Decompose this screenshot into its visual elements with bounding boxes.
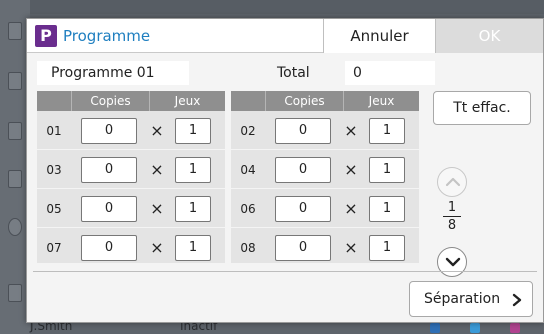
table-header: Copies Jeux [231, 91, 419, 111]
background-document-icon [8, 72, 22, 90]
row-number: 06 [240, 202, 256, 216]
page-up-button[interactable] [437, 167, 467, 197]
copies-input[interactable]: 0 [81, 157, 137, 183]
dialog-title: Programme [63, 27, 151, 45]
ok-button[interactable]: OK [435, 19, 543, 53]
copies-input[interactable]: 0 [275, 118, 331, 144]
sets-input[interactable]: 1 [369, 118, 405, 144]
separation-button[interactable]: Séparation [409, 281, 533, 317]
sets-input[interactable]: 1 [175, 196, 211, 222]
background-document-icon [8, 170, 22, 188]
multiply-sign: × [344, 238, 358, 257]
table-row: 08 0 × 1 [231, 229, 419, 267]
chevron-up-icon [445, 177, 461, 187]
page-current: 1 [447, 200, 457, 215]
header-sets: Jeux [149, 91, 225, 111]
sets-input[interactable]: 1 [175, 235, 211, 261]
copies-input[interactable]: 0 [275, 196, 331, 222]
copies-input[interactable]: 0 [81, 235, 137, 261]
copies-input[interactable]: 0 [275, 157, 331, 183]
clear-all-button[interactable]: Tt effac. [433, 91, 531, 125]
background-status-icon [470, 323, 480, 333]
program-dialog: P Programme Annuler OK Programme 01 Tota… [26, 18, 544, 323]
page-down-button[interactable] [437, 247, 467, 277]
table-row: 06 0 × 1 [231, 190, 419, 228]
copies-input[interactable]: 0 [81, 196, 137, 222]
chevron-right-icon [512, 293, 522, 307]
row-number: 04 [240, 163, 256, 177]
table-row: 05 0 × 1 [37, 190, 225, 228]
row-number: 08 [240, 241, 256, 255]
multiply-sign: × [150, 238, 164, 257]
header-copies: Copies [265, 91, 343, 111]
background-tool-icon [8, 284, 22, 302]
multiply-sign: × [150, 160, 164, 179]
total-label: Total [277, 65, 310, 81]
program-table-left: Copies Jeux 01 0 × 1 03 0 × 1 05 0 × 1 0… [37, 91, 225, 263]
background-topbar [30, 0, 544, 14]
program-icon: P [35, 25, 57, 47]
page-total: 8 [447, 218, 457, 233]
background-check-icon [8, 218, 22, 236]
page-indicator: 1 8 [441, 200, 463, 233]
sets-input[interactable]: 1 [175, 118, 211, 144]
dialog-titlebar: P Programme Annuler OK [27, 19, 543, 53]
copies-input[interactable]: 0 [275, 235, 331, 261]
divider [33, 271, 537, 272]
header-copies: Copies [71, 91, 149, 111]
row-number: 02 [240, 124, 256, 138]
chevron-down-icon [445, 257, 461, 267]
multiply-sign: × [344, 121, 358, 140]
multiply-sign: × [344, 199, 358, 218]
row-number: 03 [46, 163, 62, 177]
header-number-cell [231, 91, 265, 111]
table-header: Copies Jeux [37, 91, 225, 111]
sets-input[interactable]: 1 [369, 157, 405, 183]
multiply-sign: × [150, 121, 164, 140]
sets-input[interactable]: 1 [175, 157, 211, 183]
copies-input[interactable]: 0 [81, 118, 137, 144]
row-number: 07 [46, 241, 62, 255]
table-row: 03 0 × 1 [37, 151, 225, 189]
separation-label: Séparation [424, 291, 501, 307]
background-status-icon [430, 323, 440, 333]
program-name-field[interactable]: Programme 01 [37, 61, 189, 85]
table-row: 04 0 × 1 [231, 151, 419, 189]
header-number-cell [37, 91, 71, 111]
table-row: 01 0 × 1 [37, 112, 225, 150]
sets-input[interactable]: 1 [369, 196, 405, 222]
row-number: 01 [46, 124, 62, 138]
row-number: 05 [46, 202, 62, 216]
header-sets: Jeux [343, 91, 419, 111]
background-document-icon [8, 122, 22, 140]
cancel-button[interactable]: Annuler [323, 19, 435, 53]
table-row: 02 0 × 1 [231, 112, 419, 150]
background-document-icon [8, 22, 22, 40]
background-status-icon [510, 323, 520, 333]
multiply-sign: × [344, 160, 358, 179]
sets-input[interactable]: 1 [369, 235, 405, 261]
multiply-sign: × [150, 199, 164, 218]
program-table-right: Copies Jeux 02 0 × 1 04 0 × 1 06 0 × 1 0… [231, 91, 419, 263]
table-row: 07 0 × 1 [37, 229, 225, 267]
total-value: 0 [345, 61, 435, 85]
